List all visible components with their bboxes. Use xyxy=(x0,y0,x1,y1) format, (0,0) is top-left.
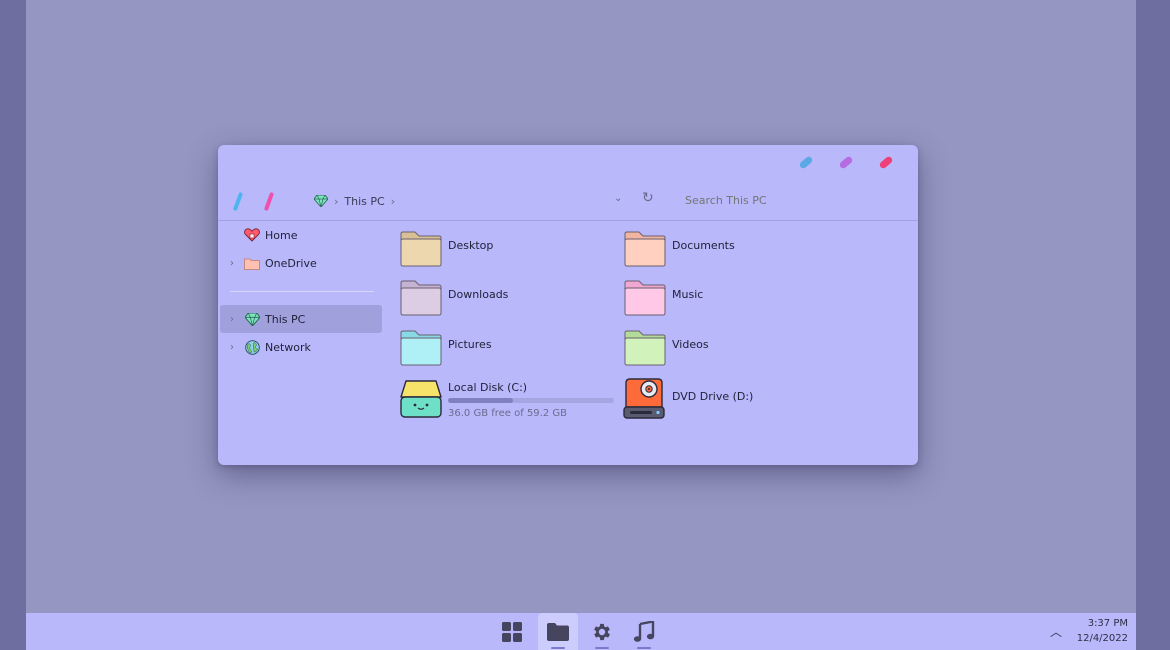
search-input[interactable] xyxy=(683,193,887,208)
minimize-icon xyxy=(798,154,814,170)
sidebar-item-onedrive[interactable]: › OneDrive xyxy=(220,249,382,277)
content-pane: Desktop Documents Downloads Music Pictur… xyxy=(396,221,918,465)
start-button[interactable] xyxy=(492,613,532,650)
system-clock[interactable]: 3:37 PM 12/4/2022 xyxy=(1068,616,1128,646)
folder-icon xyxy=(547,622,569,641)
drive-dvd-d[interactable]: DVD Drive (D:) xyxy=(620,375,840,425)
folder-label: Pictures xyxy=(448,338,492,351)
folder-label: Downloads xyxy=(448,288,509,301)
folder-icon xyxy=(400,280,442,316)
folder-desktop[interactable]: Desktop xyxy=(396,225,616,271)
drive-usage-bar xyxy=(448,398,614,403)
music-note-icon xyxy=(633,620,655,642)
minimize-button[interactable] xyxy=(786,151,826,173)
expand-chevron-icon[interactable]: › xyxy=(220,342,244,353)
dvd-drive-icon xyxy=(623,378,665,419)
hard-drive-icon xyxy=(400,380,442,418)
folder-icon xyxy=(244,255,260,271)
taskbar-music[interactable] xyxy=(624,613,664,650)
breadcrumb-separator: › xyxy=(390,194,396,208)
sidebar-divider xyxy=(230,291,374,292)
sidebar-item-label: Network xyxy=(265,340,311,354)
folder-label: Desktop xyxy=(448,239,494,252)
maximize-icon xyxy=(838,154,854,170)
taskbar-settings[interactable] xyxy=(582,613,622,650)
forward-icon xyxy=(263,191,275,211)
folder-pictures[interactable]: Pictures xyxy=(396,324,616,370)
window-controls xyxy=(786,151,906,173)
gem-icon xyxy=(244,311,260,327)
folder-downloads[interactable]: Downloads xyxy=(396,274,616,320)
address-history-dropdown[interactable]: ⌄ xyxy=(614,193,622,204)
toolbar: › This PC › ⌄ ↻ xyxy=(218,181,918,221)
globe-icon xyxy=(244,339,260,355)
sidebar-item-this-pc[interactable]: › This PC xyxy=(220,305,382,333)
folder-icon xyxy=(624,330,666,366)
back-button[interactable] xyxy=(223,186,253,216)
windows-start-icon xyxy=(502,621,522,642)
folder-videos[interactable]: Videos xyxy=(620,324,840,370)
folder-label: Music xyxy=(672,288,704,301)
refresh-button[interactable]: ↻ xyxy=(642,190,654,206)
folder-icon xyxy=(624,280,666,316)
gem-icon xyxy=(314,195,328,207)
sidebar-item-label: Home xyxy=(265,228,298,242)
taskbar-file-explorer[interactable] xyxy=(538,613,578,650)
active-indicator xyxy=(551,647,565,649)
breadcrumb-this-pc[interactable]: This PC xyxy=(344,195,384,208)
running-indicator xyxy=(595,647,609,649)
back-icon xyxy=(232,191,244,211)
folder-music[interactable]: Music xyxy=(620,274,840,320)
clock-date: 12/4/2022 xyxy=(1076,633,1128,644)
drive-usage-fill xyxy=(448,398,513,403)
sidebar-item-label: OneDrive xyxy=(265,256,317,270)
close-icon xyxy=(878,154,894,170)
close-button[interactable] xyxy=(866,151,906,173)
folder-documents[interactable]: Documents xyxy=(620,225,840,271)
taskbar: ︿ 3:37 PM 12/4/2022 xyxy=(26,613,1136,650)
folder-icon xyxy=(400,231,442,267)
show-hidden-icons-chevron-icon[interactable]: ︿ xyxy=(1050,623,1062,640)
drive-label: DVD Drive (D:) xyxy=(672,390,754,403)
folder-label: Documents xyxy=(672,239,735,252)
expand-chevron-icon[interactable]: › xyxy=(220,314,244,325)
running-indicator xyxy=(637,647,651,649)
folder-icon xyxy=(624,231,666,267)
heart-house-icon xyxy=(244,227,260,243)
expand-chevron-icon[interactable]: › xyxy=(220,258,244,269)
sidebar-item-network[interactable]: › Network xyxy=(220,333,382,361)
address-bar[interactable]: › This PC › xyxy=(314,181,395,221)
sidebar-item-label: This PC xyxy=(265,312,306,326)
drive-local-disk-c[interactable]: Local Disk (C:) 36.0 GB free of 59.2 GB xyxy=(396,375,616,425)
breadcrumb-separator: › xyxy=(334,194,339,208)
folder-label: Videos xyxy=(672,338,709,351)
forward-button[interactable] xyxy=(254,186,284,216)
clock-time: 3:37 PM xyxy=(1087,618,1128,629)
navigation-pane: Home › OneDrive › This PC › Network xyxy=(218,221,384,465)
sidebar-item-home[interactable]: Home xyxy=(220,221,382,249)
maximize-button[interactable] xyxy=(826,151,866,173)
file-explorer-window: › This PC › ⌄ ↻ Home › xyxy=(218,145,918,465)
drive-free-space: 36.0 GB free of 59.2 GB xyxy=(448,408,567,419)
folder-icon xyxy=(400,330,442,366)
gear-icon xyxy=(594,623,610,640)
drive-label: Local Disk (C:) xyxy=(448,381,528,394)
